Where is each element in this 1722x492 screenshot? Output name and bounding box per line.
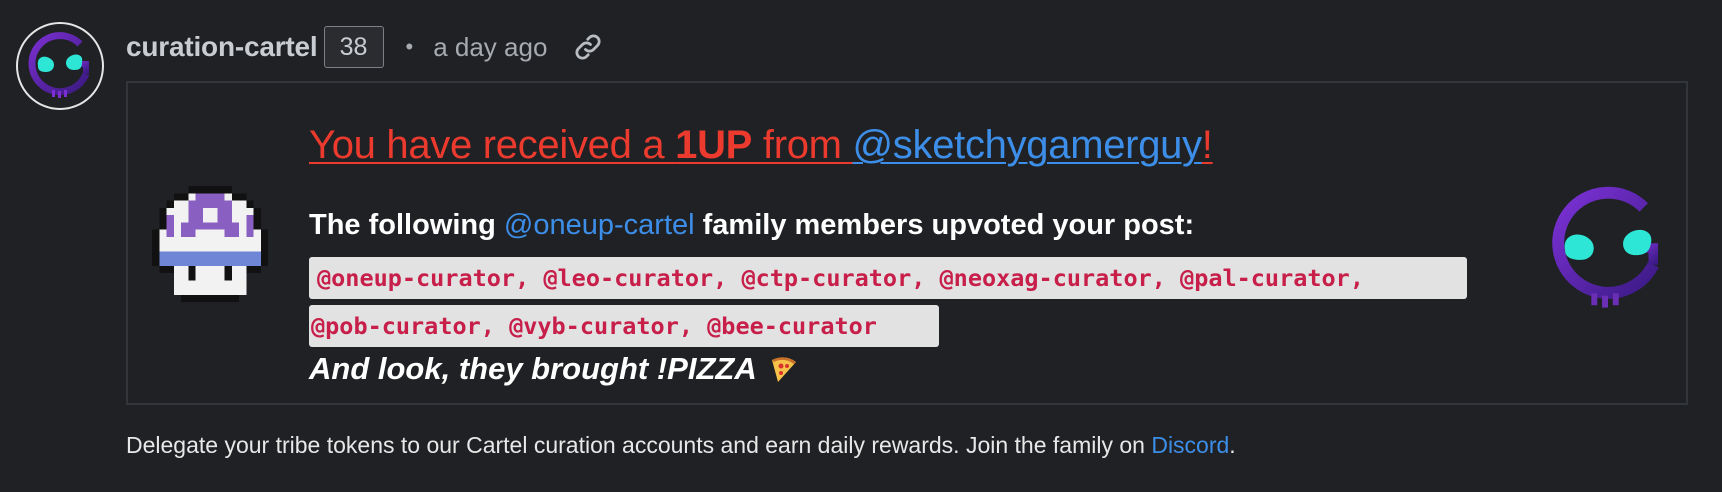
title-user-link[interactable]: @sketchygamerguy [853,123,1203,167]
author-name[interactable]: curation-cartel [126,31,318,63]
card-title: You have received a 1UP from @sketchygam… [309,123,1213,168]
following-prefix: The following [309,209,504,241]
pizza-icon [771,357,796,382]
link-icon [575,34,601,60]
comment: curation-cartel 38 • a day ago You have … [0,0,1722,492]
comment-body-card: You have received a 1UP from @sketchygam… [126,81,1688,405]
discord-link[interactable]: Discord [1151,432,1229,458]
permalink-button[interactable] [571,30,605,64]
mushroom-1up-icon [152,186,268,302]
reputation-badge: 38 [323,26,384,68]
separator-dot: • [405,34,414,59]
author-avatar[interactable] [16,22,104,110]
curators-code-line-1: @oneup-curator, @leo-curator, @ctp-curat… [309,257,1467,299]
footer-note: Delegate your tribe tokens to our Cartel… [126,432,1236,459]
curators-code-line-2: @pob-curator, @vyb-curator, @bee-curator [309,305,939,347]
oneup-cartel-link[interactable]: @oneup-cartel [504,209,695,241]
title-from: from [752,123,853,167]
following-line: The following @oneup-cartel family membe… [309,209,1194,242]
footer-text: Delegate your tribe tokens to our Cartel… [126,432,1152,458]
cartel-logo-icon [1552,186,1659,308]
timestamp[interactable]: a day ago [433,32,547,63]
comment-header: curation-cartel 38 • a day ago [126,24,605,70]
pizza-line: And look, they brought !PIZZA [309,351,799,387]
cartel-logo-icon [28,32,90,98]
footer-end: . [1229,432,1236,458]
title-prefix: You have received a [309,123,676,167]
following-suffix: family members upvoted your post: [694,209,1195,241]
title-bang: ! [1201,123,1213,167]
title-1up: 1UP [675,123,753,167]
pizza-text: And look, they brought !PIZZA [309,351,757,386]
